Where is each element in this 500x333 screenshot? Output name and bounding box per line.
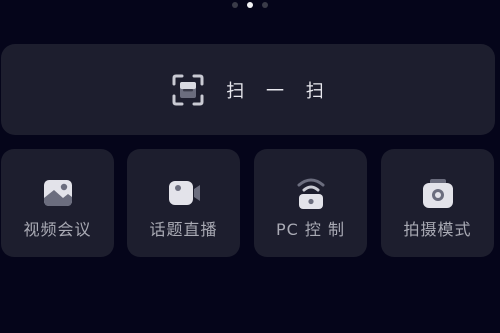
- pc-control-label: PC 控 制: [276, 220, 345, 239]
- topic-live-label: 话题直播: [149, 220, 218, 239]
- video-camera-icon: [168, 181, 200, 205]
- page-indicator: [0, 2, 500, 10]
- video-meeting-tile[interactable]: 视频会议: [1, 149, 114, 257]
- pc-control-tile[interactable]: PC 控 制: [254, 149, 367, 257]
- scan-button[interactable]: 扫 一 扫: [1, 44, 495, 135]
- camera-icon: [422, 179, 453, 208]
- shooting-mode-label: 拍摄模式: [403, 220, 472, 239]
- remote-panel: { "pager": { "pages": 3, "active_index":…: [0, 0, 500, 333]
- page-dot-active[interactable]: [247, 2, 253, 8]
- page-dot[interactable]: [232, 2, 238, 8]
- page-dot[interactable]: [262, 2, 268, 8]
- scan-icon: [172, 74, 204, 105]
- feature-grid: 视频会议 话题直播 PC 控 制 拍摄模式: [1, 149, 497, 257]
- shooting-mode-tile[interactable]: 拍摄模式: [381, 149, 494, 257]
- video-meeting-label: 视频会议: [23, 220, 92, 239]
- image-icon: [43, 180, 72, 206]
- wifi-lock-icon: [297, 178, 324, 209]
- scan-label: 扫 一 扫: [226, 80, 332, 102]
- topic-live-tile[interactable]: 话题直播: [127, 149, 240, 257]
